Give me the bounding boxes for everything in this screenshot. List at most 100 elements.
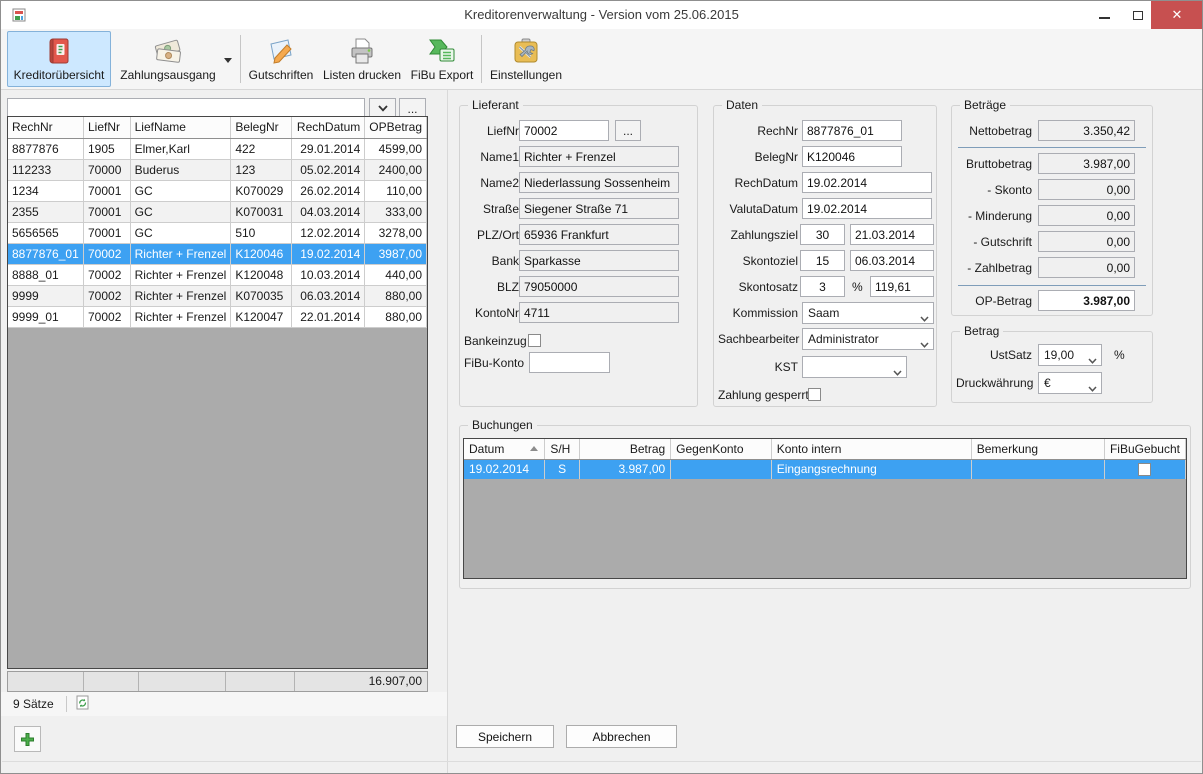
toolbar-button-zahlungsausgang[interactable]: Zahlungsausgang — [113, 31, 237, 87]
grid-cell[interactable]: K120047 — [231, 306, 292, 327]
blz-field[interactable] — [519, 276, 679, 297]
grid-cell[interactable]: 333,00 — [365, 201, 427, 222]
grid-cell[interactable]: 26.02.2014 — [292, 180, 365, 201]
grid-cell[interactable]: 70001 — [84, 201, 131, 222]
grid-cell[interactable]: K070035 — [231, 285, 292, 306]
grid-cell[interactable]: 05.02.2014 — [292, 159, 365, 180]
gutschrift-field[interactable] — [1038, 231, 1135, 252]
grid-cell[interactable]: 2400,00 — [365, 159, 427, 180]
grid-cell[interactable]: Elmer,Karl — [130, 138, 231, 159]
grid-cell[interactable]: K120046 — [231, 243, 292, 264]
booking-row[interactable]: 19.02.2014 S 3.987,00 Eingangsrechnung — [464, 459, 1186, 479]
table-row[interactable]: 235570001GCK07003104.03.2014333,00 — [8, 201, 427, 222]
grid-cell[interactable]: Richter + Frenzel — [130, 306, 231, 327]
fibukonto-input[interactable] — [529, 352, 610, 373]
booking-sh[interactable]: S — [545, 459, 580, 479]
column-header-betrag[interactable]: Betrag — [579, 439, 670, 459]
grid-cell[interactable]: 19.02.2014 — [292, 243, 365, 264]
save-button[interactable]: Speichern — [456, 725, 554, 748]
table-row[interactable]: 9999_0170002Richter + FrenzelK12004722.0… — [8, 306, 427, 327]
booking-konto-intern[interactable]: Eingangsrechnung — [771, 459, 971, 479]
maximize-button[interactable] — [1123, 1, 1153, 29]
skontosatz-percent-input[interactable] — [800, 276, 845, 297]
name2-field[interactable] — [519, 172, 679, 193]
grid-cell[interactable]: 4599,00 — [365, 138, 427, 159]
grid-cell[interactable]: 70002 — [84, 306, 131, 327]
grid-cell[interactable]: 1905 — [84, 138, 131, 159]
rechdatum-input[interactable] — [802, 172, 932, 193]
booking-gegenkonto[interactable] — [671, 459, 772, 479]
column-header-sh[interactable]: S/H — [545, 439, 580, 459]
grid-cell[interactable]: 440,00 — [365, 264, 427, 285]
zahlung-gesperrt-checkbox[interactable] — [808, 388, 821, 401]
grid-cell[interactable]: 70001 — [84, 222, 131, 243]
name1-field[interactable] — [519, 146, 679, 167]
booking-betrag[interactable]: 3.987,00 — [579, 459, 670, 479]
grid-cell[interactable]: 880,00 — [365, 285, 427, 306]
toolbar-button-kreditoruebersicht[interactable]: Kreditorübersicht — [7, 31, 111, 87]
grid-cell[interactable]: 110,00 — [365, 180, 427, 201]
grid-cell[interactable]: 3278,00 — [365, 222, 427, 243]
invoice-grid[interactable]: RechNr LiefNr LiefName BelegNr RechDatum… — [7, 116, 428, 669]
grid-cell[interactable]: 70002 — [84, 285, 131, 306]
kst-select[interactable] — [802, 356, 907, 378]
skonto-field[interactable] — [1038, 179, 1135, 200]
toolbar-button-einstellungen[interactable]: Einstellungen — [486, 31, 566, 87]
grid-cell[interactable]: 10.03.2014 — [292, 264, 365, 285]
column-header-gegenkonto[interactable]: GegenKonto — [671, 439, 772, 459]
grid-cell[interactable]: 70002 — [84, 243, 131, 264]
bank-field[interactable] — [519, 250, 679, 271]
column-header-belegnr[interactable]: BelegNr — [231, 117, 292, 138]
skontoziel-date-input[interactable] — [850, 250, 934, 271]
grid-cell[interactable]: 70001 — [84, 180, 131, 201]
grid-cell[interactable]: 70002 — [84, 264, 131, 285]
nettobetrag-field[interactable] — [1038, 120, 1135, 141]
table-row[interactable]: 565656570001GC51012.02.20143278,00 — [8, 222, 427, 243]
booking-bemerkung[interactable] — [971, 459, 1104, 479]
column-header-liefnr[interactable]: LiefNr — [84, 117, 131, 138]
close-button[interactable]: ✕ — [1151, 1, 1203, 29]
column-header-rechdatum[interactable]: RechDatum — [292, 117, 365, 138]
rechnr-input[interactable] — [802, 120, 902, 141]
sachbearbeiter-select[interactable]: Administrator — [802, 328, 934, 350]
refresh-icon[interactable] — [76, 695, 89, 713]
table-row[interactable]: 88778761905Elmer,Karl42229.01.20144599,0… — [8, 138, 427, 159]
add-button[interactable] — [14, 726, 41, 752]
liefnr-browse-button[interactable]: ... — [615, 120, 641, 141]
grid-cell[interactable]: GC — [130, 222, 231, 243]
kommission-select[interactable]: Saam — [802, 302, 934, 324]
column-header-datum[interactable]: Datum — [464, 439, 545, 459]
grid-cell[interactable]: 04.03.2014 — [292, 201, 365, 222]
plzort-field[interactable] — [519, 224, 679, 245]
strasse-field[interactable] — [519, 198, 679, 219]
grid-cell[interactable]: 510 — [231, 222, 292, 243]
grid-cell[interactable]: 112233 — [8, 159, 84, 180]
grid-cell[interactable]: K120048 — [231, 264, 292, 285]
column-header-liefname[interactable]: LiefName — [130, 117, 231, 138]
grid-cell[interactable]: 5656565 — [8, 222, 84, 243]
fibu-gebucht-checkbox[interactable] — [1138, 463, 1151, 476]
column-header-opbetrag[interactable]: OPBetrag — [365, 117, 427, 138]
druckwaehrung-select[interactable]: € — [1038, 372, 1102, 394]
grid-cell[interactable]: Richter + Frenzel — [130, 285, 231, 306]
grid-cell[interactable]: K070031 — [231, 201, 292, 222]
belegnr-input[interactable] — [802, 146, 902, 167]
grid-cell[interactable]: Richter + Frenzel — [130, 243, 231, 264]
table-row[interactable]: 123470001GCK07002926.02.2014110,00 — [8, 180, 427, 201]
grid-cell[interactable]: 22.01.2014 — [292, 306, 365, 327]
ustsatz-select[interactable]: 19,00 — [1038, 344, 1102, 366]
grid-cell[interactable]: 12.02.2014 — [292, 222, 365, 243]
zahlungsziel-date-input[interactable] — [850, 224, 934, 245]
grid-cell[interactable]: 9999_01 — [8, 306, 84, 327]
table-row[interactable]: 11223370000Buderus12305.02.20142400,00 — [8, 159, 427, 180]
bankeinzug-checkbox[interactable] — [528, 334, 541, 347]
grid-cell[interactable]: Buderus — [130, 159, 231, 180]
zahlungsziel-days-input[interactable] — [800, 224, 845, 245]
buchungen-grid[interactable]: Datum S/H Betrag GegenKonto Konto intern… — [463, 438, 1187, 579]
valutadatum-input[interactable] — [802, 198, 932, 219]
zahlbetrag-field[interactable] — [1038, 257, 1135, 278]
column-header-rechnr[interactable]: RechNr — [8, 117, 84, 138]
liefnr-input[interactable] — [519, 120, 609, 141]
grid-cell[interactable]: 06.03.2014 — [292, 285, 365, 306]
toolbar-button-fibu-export[interactable]: FiBu Export — [407, 31, 477, 87]
